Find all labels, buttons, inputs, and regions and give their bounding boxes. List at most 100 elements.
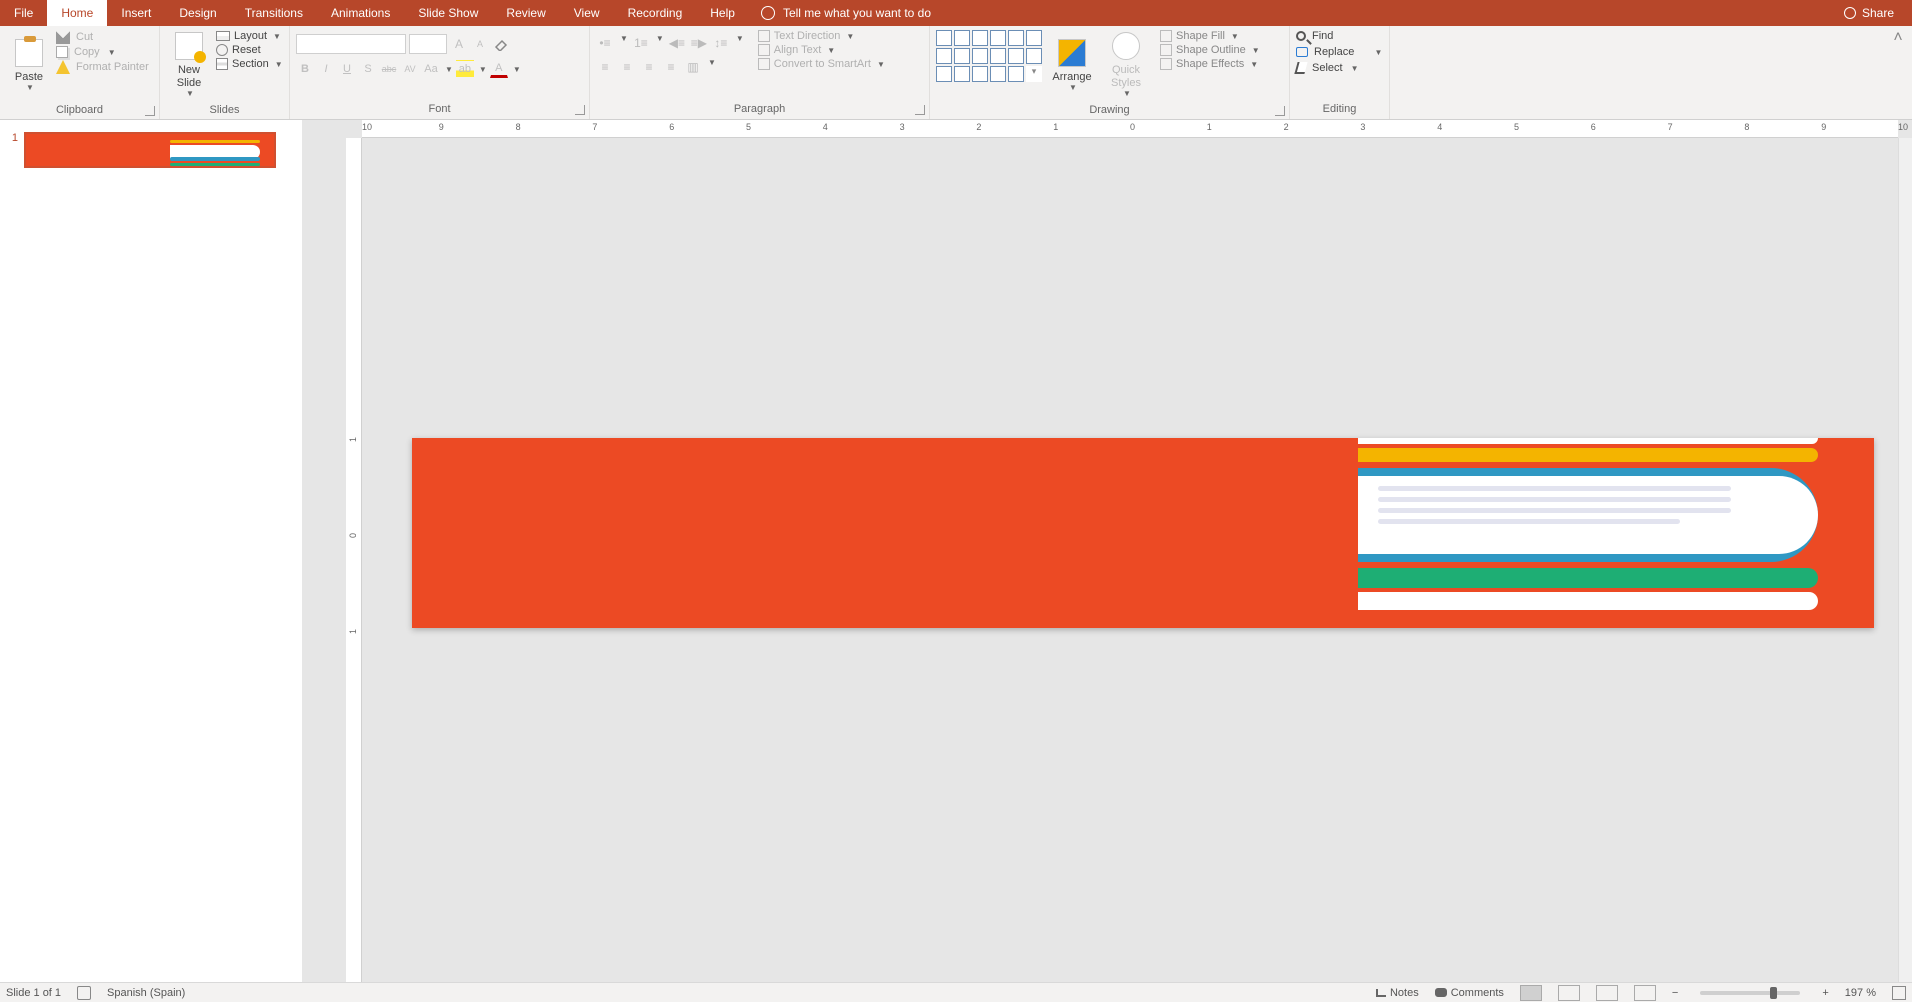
dialog-launcher-icon[interactable] (915, 105, 925, 115)
format-painter-button[interactable]: Format Painter (56, 60, 149, 74)
shadow-button[interactable]: S (359, 60, 377, 78)
fit-to-window-button[interactable] (1892, 986, 1906, 1000)
comments-button[interactable]: Comments (1435, 987, 1504, 999)
tab-animations[interactable]: Animations (317, 0, 404, 26)
increase-indent-button[interactable]: ≡▶ (690, 34, 708, 52)
shape-fill-button[interactable]: Shape Fill▼ (1160, 30, 1260, 42)
convert-smartart-button[interactable]: Convert to SmartArt▼ (758, 58, 885, 70)
shape-textbox-icon[interactable] (1026, 30, 1042, 46)
shape-star-icon[interactable] (1008, 66, 1024, 82)
slide-thumbnail-pane[interactable]: 1 (0, 120, 302, 982)
clear-formatting-button[interactable] (492, 35, 510, 53)
shape-triangle-icon[interactable] (936, 48, 952, 64)
font-family-select[interactable] (296, 34, 406, 54)
paste-button[interactable]: Paste ▼ (6, 30, 52, 100)
columns-button[interactable]: ▥ (684, 58, 702, 76)
char-spacing-button[interactable]: AV (401, 60, 419, 78)
shape-lbrace-icon[interactable] (972, 66, 988, 82)
shape-outline-button[interactable]: Shape Outline▼ (1160, 44, 1260, 56)
select-button[interactable]: Select▼ (1296, 62, 1382, 74)
decrease-indent-button[interactable]: ◀≡ (668, 34, 686, 52)
shape-curve-icon[interactable] (954, 66, 970, 82)
replace-button[interactable]: Replace ▼ (1296, 46, 1382, 58)
highlight-button[interactable]: ab (456, 60, 474, 78)
tab-insert[interactable]: Insert (107, 0, 165, 26)
tab-home[interactable]: Home (47, 0, 107, 26)
italic-button[interactable]: I (317, 60, 335, 78)
reading-view-button[interactable] (1596, 985, 1618, 1001)
status-language[interactable]: Spanish (Spain) (107, 987, 185, 999)
bold-button[interactable]: B (296, 60, 314, 78)
dialog-launcher-icon[interactable] (575, 105, 585, 115)
arrange-button[interactable]: Arrange ▼ (1046, 30, 1098, 100)
tab-recording[interactable]: Recording (614, 0, 697, 26)
strikethrough-button[interactable]: abc (380, 60, 398, 78)
tab-design[interactable]: Design (165, 0, 230, 26)
shape-hex-icon[interactable] (1008, 48, 1024, 64)
slideshow-view-button[interactable] (1634, 985, 1656, 1001)
zoom-slider[interactable] (1700, 991, 1800, 995)
tab-help[interactable]: Help (696, 0, 749, 26)
align-text-button[interactable]: Align Text▼ (758, 44, 885, 56)
font-size-select[interactable] (409, 34, 447, 54)
find-button[interactable]: Find (1296, 30, 1382, 42)
zoom-handle[interactable] (1770, 987, 1777, 999)
slide-canvas[interactable] (412, 438, 1874, 628)
reset-button[interactable]: Reset (216, 44, 283, 56)
shape-rect-icon[interactable] (972, 30, 988, 46)
shape-arc-icon[interactable] (936, 66, 952, 82)
share-button[interactable]: Share (1844, 0, 1912, 26)
slide-sorter-view-button[interactable] (1558, 985, 1580, 1001)
shape-blockarrow-icon[interactable] (990, 48, 1006, 64)
shape-elbow-icon[interactable] (954, 48, 970, 64)
canvas-area[interactable] (362, 138, 1898, 982)
section-button[interactable]: Section▼ (216, 58, 283, 70)
ribbon-collapse-button[interactable]: ˄ (1888, 28, 1908, 48)
notes-button[interactable]: Notes (1376, 987, 1419, 999)
zoom-out-button[interactable]: − (1672, 987, 1678, 999)
underline-button[interactable]: U (338, 60, 356, 78)
dialog-launcher-icon[interactable] (1275, 106, 1285, 116)
align-left-button[interactable]: ≡ (596, 58, 614, 76)
justify-button[interactable]: ≡ (662, 58, 680, 76)
dialog-launcher-icon[interactable] (145, 106, 155, 116)
font-color-button[interactable]: A (490, 60, 508, 78)
normal-view-button[interactable] (1520, 985, 1542, 1001)
zoom-in-button[interactable]: + (1822, 987, 1828, 999)
tab-review[interactable]: Review (492, 0, 559, 26)
vertical-scrollbar[interactable] (1898, 138, 1912, 982)
grow-font-button[interactable]: A (450, 35, 468, 53)
shape-oval-icon[interactable] (1008, 30, 1024, 46)
align-right-button[interactable]: ≡ (640, 58, 658, 76)
copy-button[interactable]: Copy▼ (56, 46, 149, 58)
slide-thumbnail-1[interactable] (24, 132, 276, 168)
shape-effects-button[interactable]: Shape Effects▼ (1160, 58, 1260, 70)
shape-roundrect-icon[interactable] (990, 30, 1006, 46)
bullets-button[interactable]: •≡ (596, 34, 614, 52)
line-spacing-button[interactable]: ↕≡ (712, 34, 730, 52)
layout-button[interactable]: Layout▼ (216, 30, 283, 42)
tab-transitions[interactable]: Transitions (231, 0, 317, 26)
tab-view[interactable]: View (560, 0, 614, 26)
shapes-more-button[interactable]: ▾ (1026, 66, 1042, 82)
tell-me-search[interactable]: Tell me what you want to do (749, 0, 1844, 26)
zoom-level[interactable]: 197 % (1845, 987, 1876, 999)
text-direction-button[interactable]: Text Direction▼ (758, 30, 885, 42)
horizontal-ruler[interactable]: 10987654321012345678910 (362, 120, 1898, 138)
shape-elbowarrow-icon[interactable] (972, 48, 988, 64)
quick-styles-button[interactable]: Quick Styles ▼ (1102, 30, 1150, 100)
vertical-ruler[interactable]: 101 (346, 138, 362, 982)
shrink-font-button[interactable]: A (471, 35, 489, 53)
cut-button[interactable]: Cut (56, 30, 149, 44)
new-slide-button[interactable]: New Slide ▼ (166, 30, 212, 100)
status-accessibility-icon[interactable] (77, 986, 91, 1000)
shape-arrow-icon[interactable] (954, 30, 970, 46)
tab-slideshow[interactable]: Slide Show (404, 0, 492, 26)
numbering-button[interactable]: 1≡ (632, 34, 650, 52)
shapes-gallery[interactable]: ▾ (936, 30, 1042, 82)
shape-callout-icon[interactable] (1026, 48, 1042, 64)
change-case-button[interactable]: Aa (422, 60, 440, 78)
shape-line-icon[interactable] (936, 30, 952, 46)
shape-rbrace-icon[interactable] (990, 66, 1006, 82)
status-slide-indicator[interactable]: Slide 1 of 1 (6, 987, 61, 999)
